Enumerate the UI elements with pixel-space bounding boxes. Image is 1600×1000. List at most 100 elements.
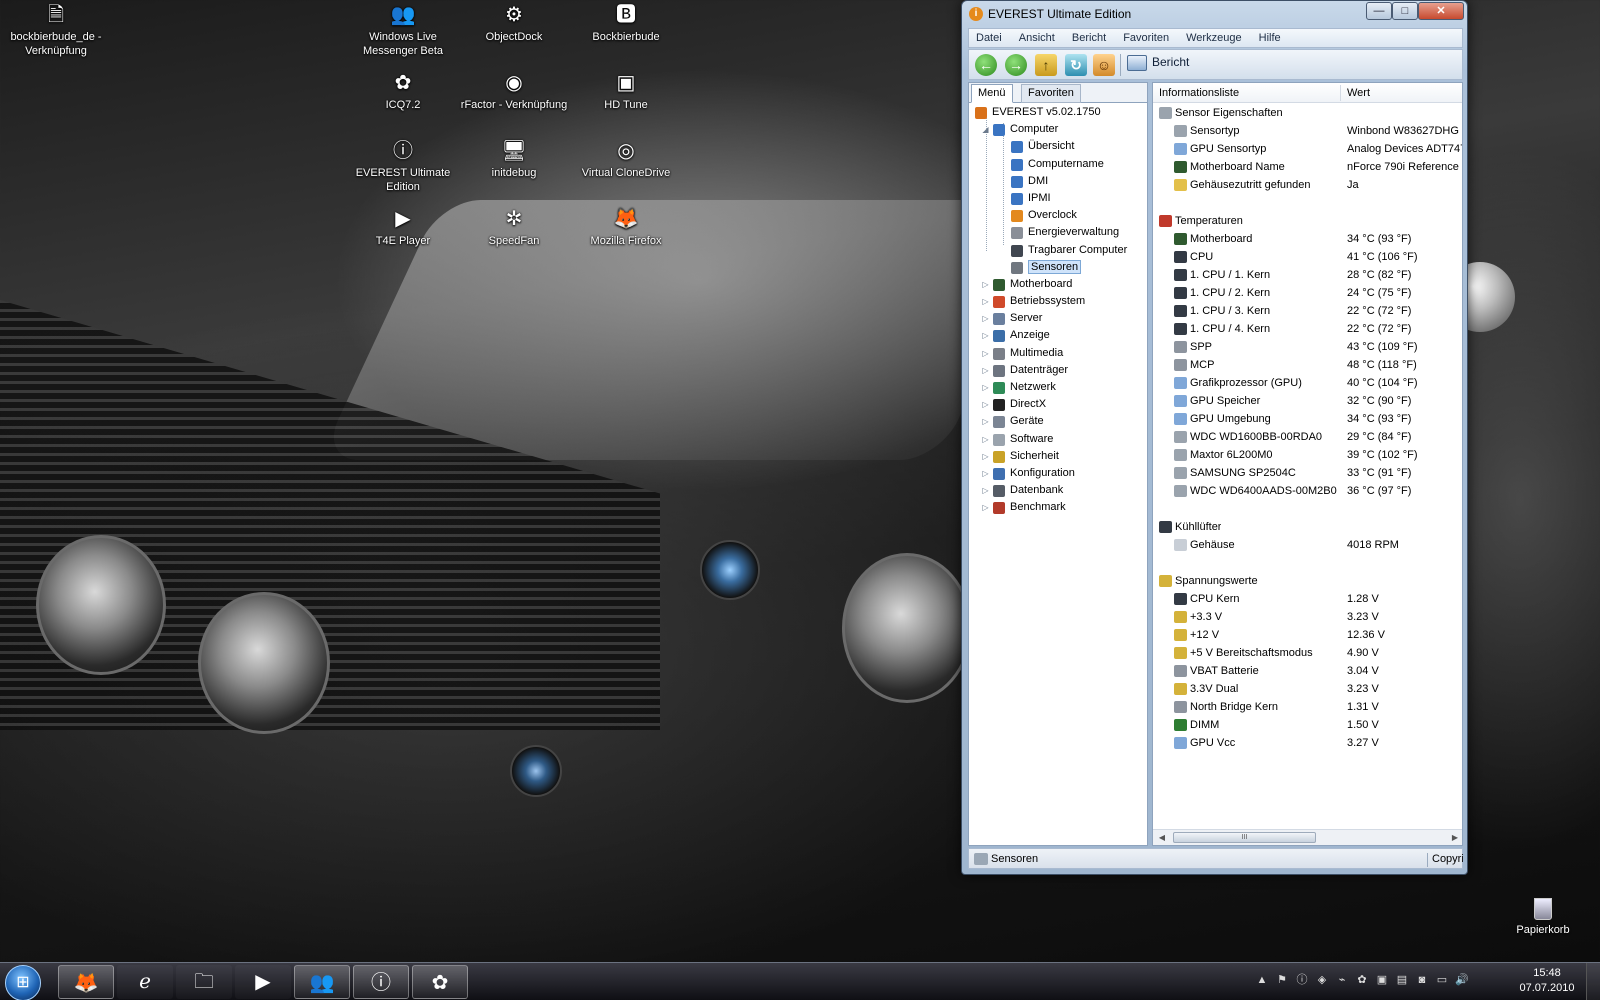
tree-item[interactable]: ▷ DirectX <box>969 397 1147 414</box>
back-arrow-icon[interactable]: ← <box>975 54 997 76</box>
users-icon[interactable]: ☺ <box>1093 54 1115 76</box>
table-row[interactable]: 1. CPU / 1. Kern 28 °C (82 °F) <box>1153 266 1462 284</box>
table-row[interactable]: 3.3V Dual 3.23 V <box>1153 680 1462 698</box>
close-button[interactable]: ✕ <box>1418 2 1464 20</box>
desktop-icon[interactable]: 🖥 initdebug <box>459 138 569 180</box>
expand-arrow-icon[interactable]: ▷ <box>981 297 990 306</box>
expand-arrow-icon[interactable]: ▷ <box>981 503 990 512</box>
table-row[interactable]: WDC WD6400AADS-00M2B0 36 °C (97 °F) <box>1153 482 1462 500</box>
up-folder-icon[interactable]: ↑ <box>1035 54 1057 76</box>
expand-arrow-icon[interactable]: ▷ <box>981 366 990 375</box>
start-button[interactable]: ⊞ <box>5 965 41 1000</box>
expand-arrow-icon[interactable]: ▷ <box>981 486 990 495</box>
desktop-icon[interactable]: ◉ rFactor - Verknüpfung <box>459 70 569 112</box>
horizontal-scrollbar[interactable]: ◀ III ▶ <box>1153 829 1462 845</box>
tree-item[interactable]: Overclock <box>969 208 1147 225</box>
tray-icon[interactable]: ⚑ <box>1275 973 1289 987</box>
tree-item[interactable]: DMI <box>969 174 1147 191</box>
desktop-icon[interactable]: ✲ SpeedFan <box>459 206 569 248</box>
table-row[interactable]: +3.3 V 3.23 V <box>1153 608 1462 626</box>
desktop-icon[interactable]: ⚙ ObjectDock <box>459 2 569 44</box>
desktop-icon[interactable]: ✿ ICQ7.2 <box>348 70 458 112</box>
tree-item[interactable]: EVEREST v5.02.1750 <box>969 105 1147 122</box>
list-group-header[interactable]: Kühllüfter <box>1153 518 1462 536</box>
table-row[interactable]: WDC WD1600BB-00RDA0 29 °C (84 °F) <box>1153 428 1462 446</box>
tree-item[interactable]: ▷ Betriebssystem <box>969 294 1147 311</box>
table-row[interactable]: North Bridge Kern 1.31 V <box>1153 698 1462 716</box>
tree-item[interactable]: ▷ Konfiguration <box>969 466 1147 483</box>
explorer-taskbar-button[interactable]: 🗀 <box>176 965 232 999</box>
tree-item[interactable]: Sensoren <box>969 259 1147 277</box>
desktop-icon[interactable]: ⓘ EVEREST Ultimate Edition <box>348 138 458 194</box>
table-row[interactable]: 1. CPU / 4. Kern 22 °C (72 °F) <box>1153 320 1462 338</box>
list-group-header[interactable]: Spannungswerte <box>1153 572 1462 590</box>
tree-item[interactable]: ▷ Anzeige <box>969 328 1147 345</box>
window-titlebar[interactable]: i EVEREST Ultimate Edition — □ ✕ <box>962 1 1467 27</box>
tree-item[interactable]: Energieverwaltung <box>969 225 1147 242</box>
expand-arrow-icon[interactable]: ▷ <box>981 280 990 289</box>
tray-icon[interactable]: ◈ <box>1315 973 1329 987</box>
tray-icon[interactable]: 🔊 <box>1455 973 1469 987</box>
forward-arrow-icon[interactable]: → <box>1005 54 1027 76</box>
column-header-value[interactable]: Wert <box>1347 87 1370 99</box>
messenger-taskbar-button[interactable]: 👥 <box>294 965 350 999</box>
scroll-left-icon[interactable]: ◀ <box>1156 832 1168 844</box>
tray-icon[interactable]: ⌁ <box>1335 973 1349 987</box>
table-row[interactable]: GPU Umgebung 34 °C (93 °F) <box>1153 410 1462 428</box>
desktop-icon[interactable]: ▣ HD Tune <box>571 70 681 112</box>
tray-icon[interactable]: ▣ <box>1375 973 1389 987</box>
list-group-header[interactable]: Sensor Eigenschaften <box>1153 104 1462 122</box>
tree-item[interactable]: ▷ Benchmark <box>969 500 1147 517</box>
tray-icon[interactable]: ▲ <box>1255 973 1269 987</box>
desktop-icon[interactable]: 🦊 Mozilla Firefox <box>571 206 681 248</box>
collapse-arrow-icon[interactable]: ◢ <box>981 125 990 134</box>
table-row[interactable]: +5 V Bereitschaftsmodus 4.90 V <box>1153 644 1462 662</box>
tree-item[interactable]: IPMI <box>969 191 1147 208</box>
tree-item[interactable]: ▷ Sicherheit <box>969 449 1147 466</box>
tree-item[interactable]: ▷ Datenbank <box>969 483 1147 500</box>
expand-arrow-icon[interactable]: ▷ <box>981 452 990 461</box>
tray-icon[interactable]: ⓘ <box>1295 973 1309 987</box>
tree-item[interactable]: ▷ Server <box>969 311 1147 328</box>
tree-item[interactable]: ▷ Datenträger <box>969 363 1147 380</box>
table-row[interactable]: 1. CPU / 3. Kern 22 °C (72 °F) <box>1153 302 1462 320</box>
scroll-right-icon[interactable]: ▶ <box>1449 832 1461 844</box>
tray-icon[interactable]: ✿ <box>1355 973 1369 987</box>
table-row[interactable]: VBAT Batterie 3.04 V <box>1153 662 1462 680</box>
scroll-thumb[interactable]: III <box>1173 832 1316 843</box>
tree-item[interactable]: ▷ Multimedia <box>969 346 1147 363</box>
tree-item[interactable]: ▷ Geräte <box>969 414 1147 431</box>
table-row[interactable]: Motherboard Name nForce 790i Reference <box>1153 158 1462 176</box>
table-row[interactable]: DIMM 1.50 V <box>1153 716 1462 734</box>
table-row[interactable]: Grafikprozessor (GPU) 40 °C (104 °F) <box>1153 374 1462 392</box>
expand-arrow-icon[interactable]: ▷ <box>981 400 990 409</box>
tab-favorites[interactable]: Favoriten <box>1021 84 1081 103</box>
desktop-icon[interactable]: ▶ T4E Player <box>348 206 458 248</box>
icq-taskbar-button[interactable]: ✿ <box>412 965 468 999</box>
tray-icon[interactable]: ◙ <box>1415 973 1429 987</box>
table-row[interactable]: Gehäusezutritt gefunden Ja <box>1153 176 1462 194</box>
tree-item[interactable]: Computername <box>969 157 1147 174</box>
expand-arrow-icon[interactable]: ▷ <box>981 435 990 444</box>
desktop-icon[interactable]: ◎ Virtual CloneDrive <box>571 138 681 180</box>
table-row[interactable]: Maxtor 6L200M0 39 °C (102 °F) <box>1153 446 1462 464</box>
desktop-icon[interactable]: 🅱 Bockbierbude <box>571 2 681 44</box>
tree-item[interactable]: ▷ Netzwerk <box>969 380 1147 397</box>
tree-item[interactable]: Übersicht <box>969 139 1147 156</box>
table-row[interactable]: GPU Sensortyp Analog Devices ADT7473 <box>1153 140 1462 158</box>
clock[interactable]: 15:48 07.07.2010 <box>1515 966 1579 996</box>
tray-icon[interactable]: ▤ <box>1395 973 1409 987</box>
tab-menu[interactable]: Menü <box>971 84 1013 103</box>
minimize-button[interactable]: — <box>1366 2 1392 20</box>
tree-item[interactable]: ▷ Software <box>969 432 1147 449</box>
report-button[interactable]: Bericht <box>1127 55 1189 75</box>
table-row[interactable]: SAMSUNG SP2504C 33 °C (91 °F) <box>1153 464 1462 482</box>
show-desktop-button[interactable] <box>1586 963 1600 1000</box>
internet-explorer-taskbar-button[interactable]: ℯ <box>117 965 173 999</box>
table-row[interactable]: Gehäuse 4018 RPM <box>1153 536 1462 554</box>
tray-icon[interactable]: ▭ <box>1435 973 1449 987</box>
table-row[interactable]: GPU Speicher 32 °C (90 °F) <box>1153 392 1462 410</box>
menu-werkzeuge[interactable]: Werkzeuge <box>1179 29 1248 44</box>
firefox-taskbar-button[interactable]: 🦊 <box>58 965 114 999</box>
desktop-icon[interactable]: 🗎 bockbierbude_de - Verknüpfung <box>1 2 111 58</box>
